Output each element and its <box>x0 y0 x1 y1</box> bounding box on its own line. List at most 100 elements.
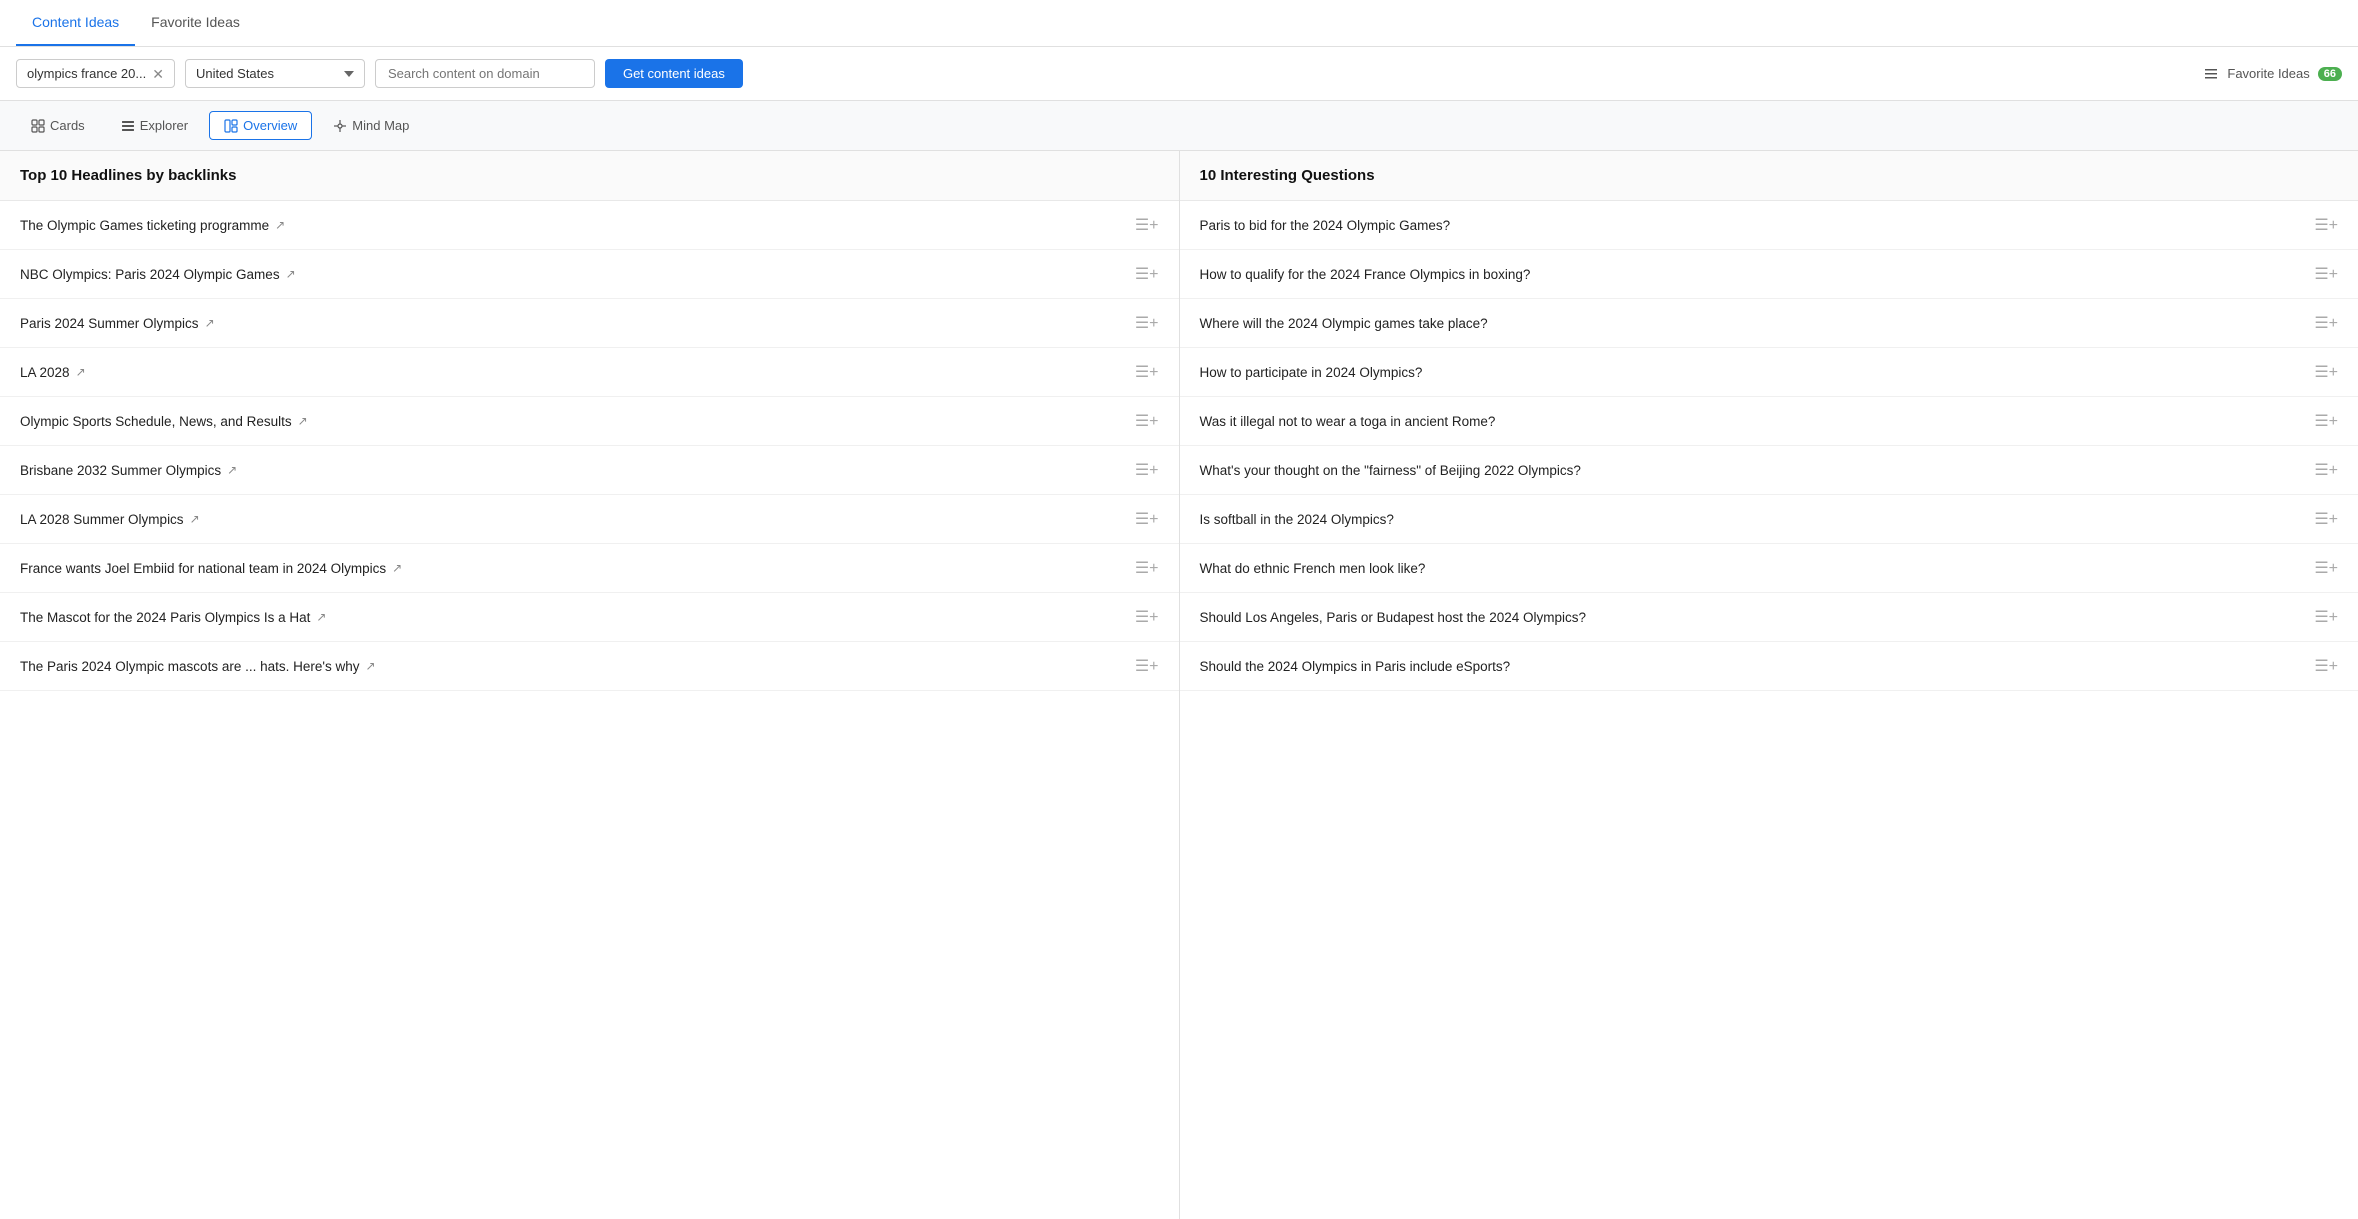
add-to-favorites-icon[interactable]: ☰+ <box>1135 460 1159 480</box>
right-item-text: How to participate in 2024 Olympics? <box>1200 365 2315 380</box>
tab-overview[interactable]: Overview <box>209 111 312 140</box>
get-content-ideas-button[interactable]: Get content ideas <box>605 59 743 88</box>
favorite-count-badge: 66 <box>2318 67 2342 81</box>
right-item-text: Is softball in the 2024 Olympics? <box>1200 512 2315 527</box>
external-link-icon: ↗ <box>298 414 308 428</box>
add-to-favorites-icon[interactable]: ☰+ <box>2314 656 2338 676</box>
tab-favorite-ideas[interactable]: Favorite Ideas <box>135 0 256 46</box>
right-panel: 10 Interesting Questions Paris to bid fo… <box>1180 151 2358 1219</box>
left-item-text: The Mascot for the 2024 Paris Olympics I… <box>20 610 1135 625</box>
external-link-icon: ↗ <box>227 463 237 477</box>
left-list-item[interactable]: LA 2028 Summer Olympics ↗ ☰+ <box>0 495 1179 544</box>
left-list-item[interactable]: Brisbane 2032 Summer Olympics ↗ ☰+ <box>0 446 1179 495</box>
favorite-ideas-label: Favorite Ideas <box>2227 66 2309 81</box>
tab-mindmap[interactable]: Mind Map <box>318 111 424 140</box>
left-list-item[interactable]: The Paris 2024 Olympic mascots are ... h… <box>0 642 1179 691</box>
external-link-icon: ↗ <box>275 218 285 232</box>
add-to-favorites-icon[interactable]: ☰+ <box>2314 411 2338 431</box>
right-list-item[interactable]: Should the 2024 Olympics in Paris includ… <box>1180 642 2358 691</box>
explorer-icon <box>121 119 135 133</box>
left-item-text: Brisbane 2032 Summer Olympics ↗ <box>20 463 1135 478</box>
left-item-text: NBC Olympics: Paris 2024 Olympic Games ↗ <box>20 267 1135 282</box>
top-tabs-container: Content Ideas Favorite Ideas <box>0 0 2358 47</box>
left-list-item[interactable]: NBC Olympics: Paris 2024 Olympic Games ↗… <box>0 250 1179 299</box>
add-to-favorites-icon[interactable]: ☰+ <box>2314 264 2338 284</box>
right-list-item[interactable]: Where will the 2024 Olympic games take p… <box>1180 299 2358 348</box>
favorite-ideas-button[interactable]: Favorite Ideas 66 <box>2203 66 2342 82</box>
toolbar: olympics france 20... ✕ United States Ge… <box>0 47 2358 101</box>
left-list-item[interactable]: LA 2028 ↗ ☰+ <box>0 348 1179 397</box>
explorer-tab-label: Explorer <box>140 118 188 133</box>
add-to-favorites-icon[interactable]: ☰+ <box>1135 558 1159 578</box>
left-item-text: Olympic Sports Schedule, News, and Resul… <box>20 414 1135 429</box>
mindmap-tab-label: Mind Map <box>352 118 409 133</box>
right-list-item[interactable]: Paris to bid for the 2024 Olympic Games?… <box>1180 201 2358 250</box>
left-panel-header: Top 10 Headlines by backlinks <box>0 151 1179 201</box>
external-link-icon: ↗ <box>76 365 86 379</box>
left-item-text: The Paris 2024 Olympic mascots are ... h… <box>20 659 1135 674</box>
right-list-item[interactable]: How to qualify for the 2024 France Olymp… <box>1180 250 2358 299</box>
view-tabs-container: Cards Explorer Overview Mind Map <box>0 101 2358 151</box>
right-item-text: Should Los Angeles, Paris or Budapest ho… <box>1200 610 2315 625</box>
right-panel-list: Paris to bid for the 2024 Olympic Games?… <box>1180 201 2358 691</box>
add-to-favorites-icon[interactable]: ☰+ <box>2314 607 2338 627</box>
left-list-item[interactable]: France wants Joel Embiid for national te… <box>0 544 1179 593</box>
add-to-favorites-icon[interactable]: ☰+ <box>1135 509 1159 529</box>
external-link-icon: ↗ <box>190 512 200 526</box>
left-list-item[interactable]: Paris 2024 Summer Olympics ↗ ☰+ <box>0 299 1179 348</box>
external-link-icon: ↗ <box>365 659 375 673</box>
add-to-favorites-icon[interactable]: ☰+ <box>2314 215 2338 235</box>
add-to-favorites-icon[interactable]: ☰+ <box>1135 215 1159 235</box>
left-list-item[interactable]: The Mascot for the 2024 Paris Olympics I… <box>0 593 1179 642</box>
external-link-icon: ↗ <box>205 316 215 330</box>
add-to-favorites-icon[interactable]: ☰+ <box>2314 558 2338 578</box>
left-panel: Top 10 Headlines by backlinks The Olympi… <box>0 151 1180 1219</box>
external-link-icon: ↗ <box>286 267 296 281</box>
tab-explorer[interactable]: Explorer <box>106 111 203 140</box>
right-list-item[interactable]: Should Los Angeles, Paris or Budapest ho… <box>1180 593 2358 642</box>
external-link-icon: ↗ <box>392 561 402 575</box>
domain-search-input[interactable] <box>375 59 595 88</box>
search-chip-text: olympics france 20... <box>27 66 146 81</box>
right-list-item[interactable]: What do ethnic French men look like? ☰+ <box>1180 544 2358 593</box>
add-to-favorites-icon[interactable]: ☰+ <box>2314 313 2338 333</box>
add-to-favorites-icon[interactable]: ☰+ <box>2314 362 2338 382</box>
left-item-text: Paris 2024 Summer Olympics ↗ <box>20 316 1135 331</box>
left-item-text: France wants Joel Embiid for national te… <box>20 561 1135 576</box>
left-list-item[interactable]: Olympic Sports Schedule, News, and Resul… <box>0 397 1179 446</box>
right-list-item[interactable]: How to participate in 2024 Olympics? ☰+ <box>1180 348 2358 397</box>
overview-tab-label: Overview <box>243 118 297 133</box>
add-to-favorites-icon[interactable]: ☰+ <box>2314 509 2338 529</box>
add-to-favorites-icon[interactable]: ☰+ <box>1135 656 1159 676</box>
tab-cards[interactable]: Cards <box>16 111 100 140</box>
clear-search-button[interactable]: ✕ <box>152 67 164 81</box>
search-chip[interactable]: olympics france 20... ✕ <box>16 59 175 88</box>
add-to-favorites-icon[interactable]: ☰+ <box>2314 460 2338 480</box>
right-list-item[interactable]: What's your thought on the "fairness" of… <box>1180 446 2358 495</box>
tab-content-ideas[interactable]: Content Ideas <box>16 0 135 46</box>
external-link-icon: ↗ <box>316 610 326 624</box>
right-item-text: Should the 2024 Olympics in Paris includ… <box>1200 659 2315 674</box>
add-to-favorites-icon[interactable]: ☰+ <box>1135 411 1159 431</box>
add-to-favorites-icon[interactable]: ☰+ <box>1135 607 1159 627</box>
add-to-favorites-icon[interactable]: ☰+ <box>1135 362 1159 382</box>
right-item-text: Where will the 2024 Olympic games take p… <box>1200 316 2315 331</box>
right-item-text: Was it illegal not to wear a toga in anc… <box>1200 414 2315 429</box>
overview-icon <box>224 119 238 133</box>
list-icon <box>2203 66 2219 82</box>
add-to-favorites-icon[interactable]: ☰+ <box>1135 264 1159 284</box>
right-item-text: Paris to bid for the 2024 Olympic Games? <box>1200 218 2315 233</box>
left-item-text: The Olympic Games ticketing programme ↗ <box>20 218 1135 233</box>
cards-tab-label: Cards <box>50 118 85 133</box>
left-list-item[interactable]: The Olympic Games ticketing programme ↗ … <box>0 201 1179 250</box>
right-list-item[interactable]: Was it illegal not to wear a toga in anc… <box>1180 397 2358 446</box>
left-item-text: LA 2028 ↗ <box>20 365 1135 380</box>
cards-icon <box>31 119 45 133</box>
right-item-text: What do ethnic French men look like? <box>1200 561 2315 576</box>
mindmap-icon <box>333 119 347 133</box>
add-to-favorites-icon[interactable]: ☰+ <box>1135 313 1159 333</box>
content-area: Top 10 Headlines by backlinks The Olympi… <box>0 151 2358 1219</box>
country-select[interactable]: United States <box>185 59 365 88</box>
left-panel-list: The Olympic Games ticketing programme ↗ … <box>0 201 1179 691</box>
right-list-item[interactable]: Is softball in the 2024 Olympics? ☰+ <box>1180 495 2358 544</box>
